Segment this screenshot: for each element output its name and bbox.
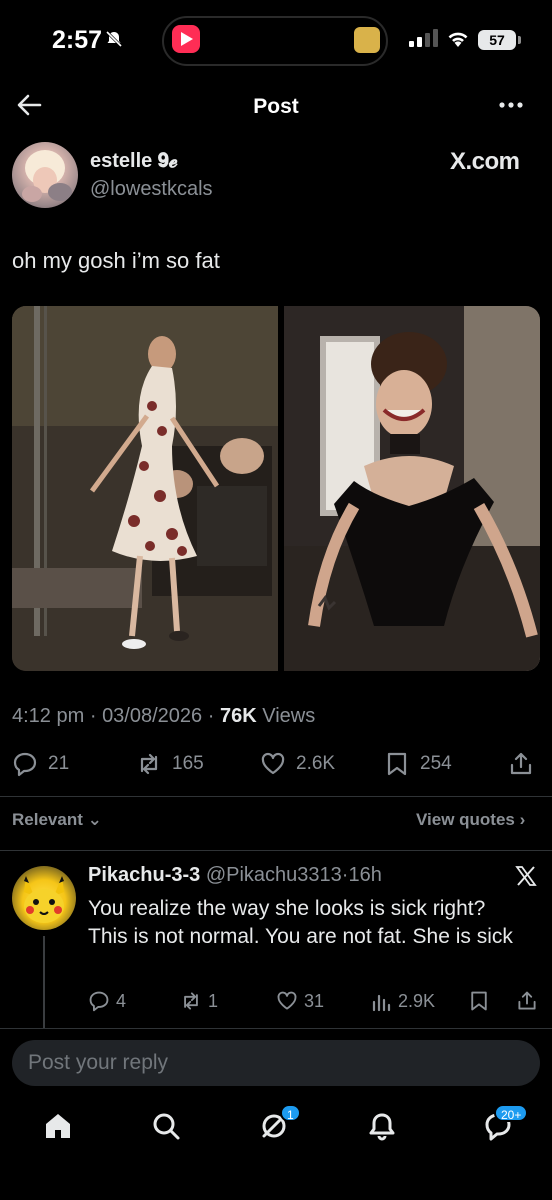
repost-count: 165: [172, 753, 204, 774]
app-activity-icon: [354, 27, 380, 53]
source-watermark: X.com: [450, 148, 520, 175]
cellular-signal-icon: [409, 29, 438, 47]
sort-relevant-dropdown[interactable]: Relevant ⌄: [12, 810, 102, 830]
reply-text: You realize the way she looks is sick ri…: [88, 897, 513, 948]
author-name[interactable]: estelle 𝟗𝓮: [90, 150, 178, 173]
thread-line: [43, 936, 45, 1028]
reply-bookmark-button[interactable]: [468, 988, 496, 1014]
reply-repost-button[interactable]: 1: [180, 988, 218, 1014]
reply-author-name: Pikachu-3-3: [88, 864, 201, 886]
meta-separator: ·: [89, 705, 97, 727]
sort-relevant-label: Relevant: [12, 810, 83, 829]
share-button[interactable]: [508, 750, 544, 778]
divider: [0, 850, 552, 851]
page-title: Post: [253, 95, 299, 118]
messages-badge: 20+: [494, 1104, 529, 1122]
reply-views-count: 2.9K: [398, 990, 436, 1011]
author-handle[interactable]: @lowestkcals: [90, 178, 213, 201]
notifications-icon[interactable]: [364, 1108, 400, 1144]
post-image-1[interactable]: [12, 306, 278, 671]
reply-button[interactable]: 21: [12, 750, 69, 778]
post-meta: 4:12 pm · 03/08/2026 · 76K Views: [12, 705, 315, 728]
views-count: 76K: [219, 705, 257, 727]
reply-like-count: 31: [304, 990, 325, 1011]
author-avatar[interactable]: [12, 142, 78, 208]
bookmark-icon: [387, 752, 407, 776]
share-icon: [510, 752, 532, 775]
reply-avatar[interactable]: [12, 866, 76, 930]
reply-author-handle: @Pikachu3313: [205, 864, 342, 886]
divider: [0, 796, 552, 797]
reply-reply-count: 4: [116, 990, 127, 1011]
wifi-icon: [448, 32, 468, 47]
x-logo-icon: [515, 866, 537, 886]
chevron-right-icon: ›: [519, 810, 526, 829]
more-options-icon[interactable]: [498, 99, 524, 111]
view-quotes-link[interactable]: View quotes ›: [416, 810, 525, 830]
view-quotes-label: View quotes: [416, 810, 515, 829]
grok-badge: 1: [280, 1104, 301, 1122]
bookmark-button[interactable]: 254: [384, 750, 452, 778]
analytics-icon: [372, 994, 391, 1012]
search-icon[interactable]: [148, 1108, 184, 1144]
home-icon[interactable]: [40, 1108, 76, 1144]
repost-button[interactable]: 165: [136, 750, 204, 778]
battery-indicator: 57: [478, 30, 521, 50]
reply-age: 16h: [348, 864, 382, 886]
post-date: 03/08/2026: [102, 705, 203, 727]
reply-reply-button[interactable]: 4: [88, 988, 126, 1014]
reply-like-button[interactable]: 31: [276, 988, 324, 1014]
reply-share-button[interactable]: [516, 988, 544, 1014]
chevron-down-icon: ⌄: [87, 810, 102, 829]
status-time: 2:57: [52, 26, 103, 54]
meta-separator: ·: [207, 705, 215, 727]
bookmark-icon: [471, 991, 487, 1011]
reply-icon: [13, 752, 37, 777]
reply-composer-placeholder[interactable]: Post your reply: [28, 1051, 168, 1075]
bookmark-count: 254: [420, 753, 452, 774]
repost-icon: [140, 753, 158, 775]
share-icon: [518, 991, 536, 1010]
heart-icon: [261, 752, 285, 775]
heart-icon: [277, 991, 297, 1010]
divider: [0, 1028, 552, 1029]
silent-bell-icon: [105, 30, 123, 48]
like-button[interactable]: 2.6K: [260, 750, 335, 778]
post-time: 4:12 pm: [12, 705, 85, 727]
like-count: 2.6K: [296, 753, 336, 774]
reply-count: 21: [48, 753, 70, 774]
reply-repost-count: 1: [208, 990, 219, 1011]
views-label: Views: [262, 705, 316, 727]
screen-record-icon: [172, 25, 200, 53]
repost-icon: [184, 992, 198, 1010]
reply-views-button[interactable]: 2.9K: [370, 988, 435, 1014]
post-image-2[interactable]: [284, 306, 540, 671]
reply-author[interactable]: Pikachu-3-3 @Pikachu3313·16h: [88, 864, 382, 887]
reply-icon: [89, 991, 109, 1012]
post-text: oh my gosh i’m so fat: [12, 248, 220, 273]
